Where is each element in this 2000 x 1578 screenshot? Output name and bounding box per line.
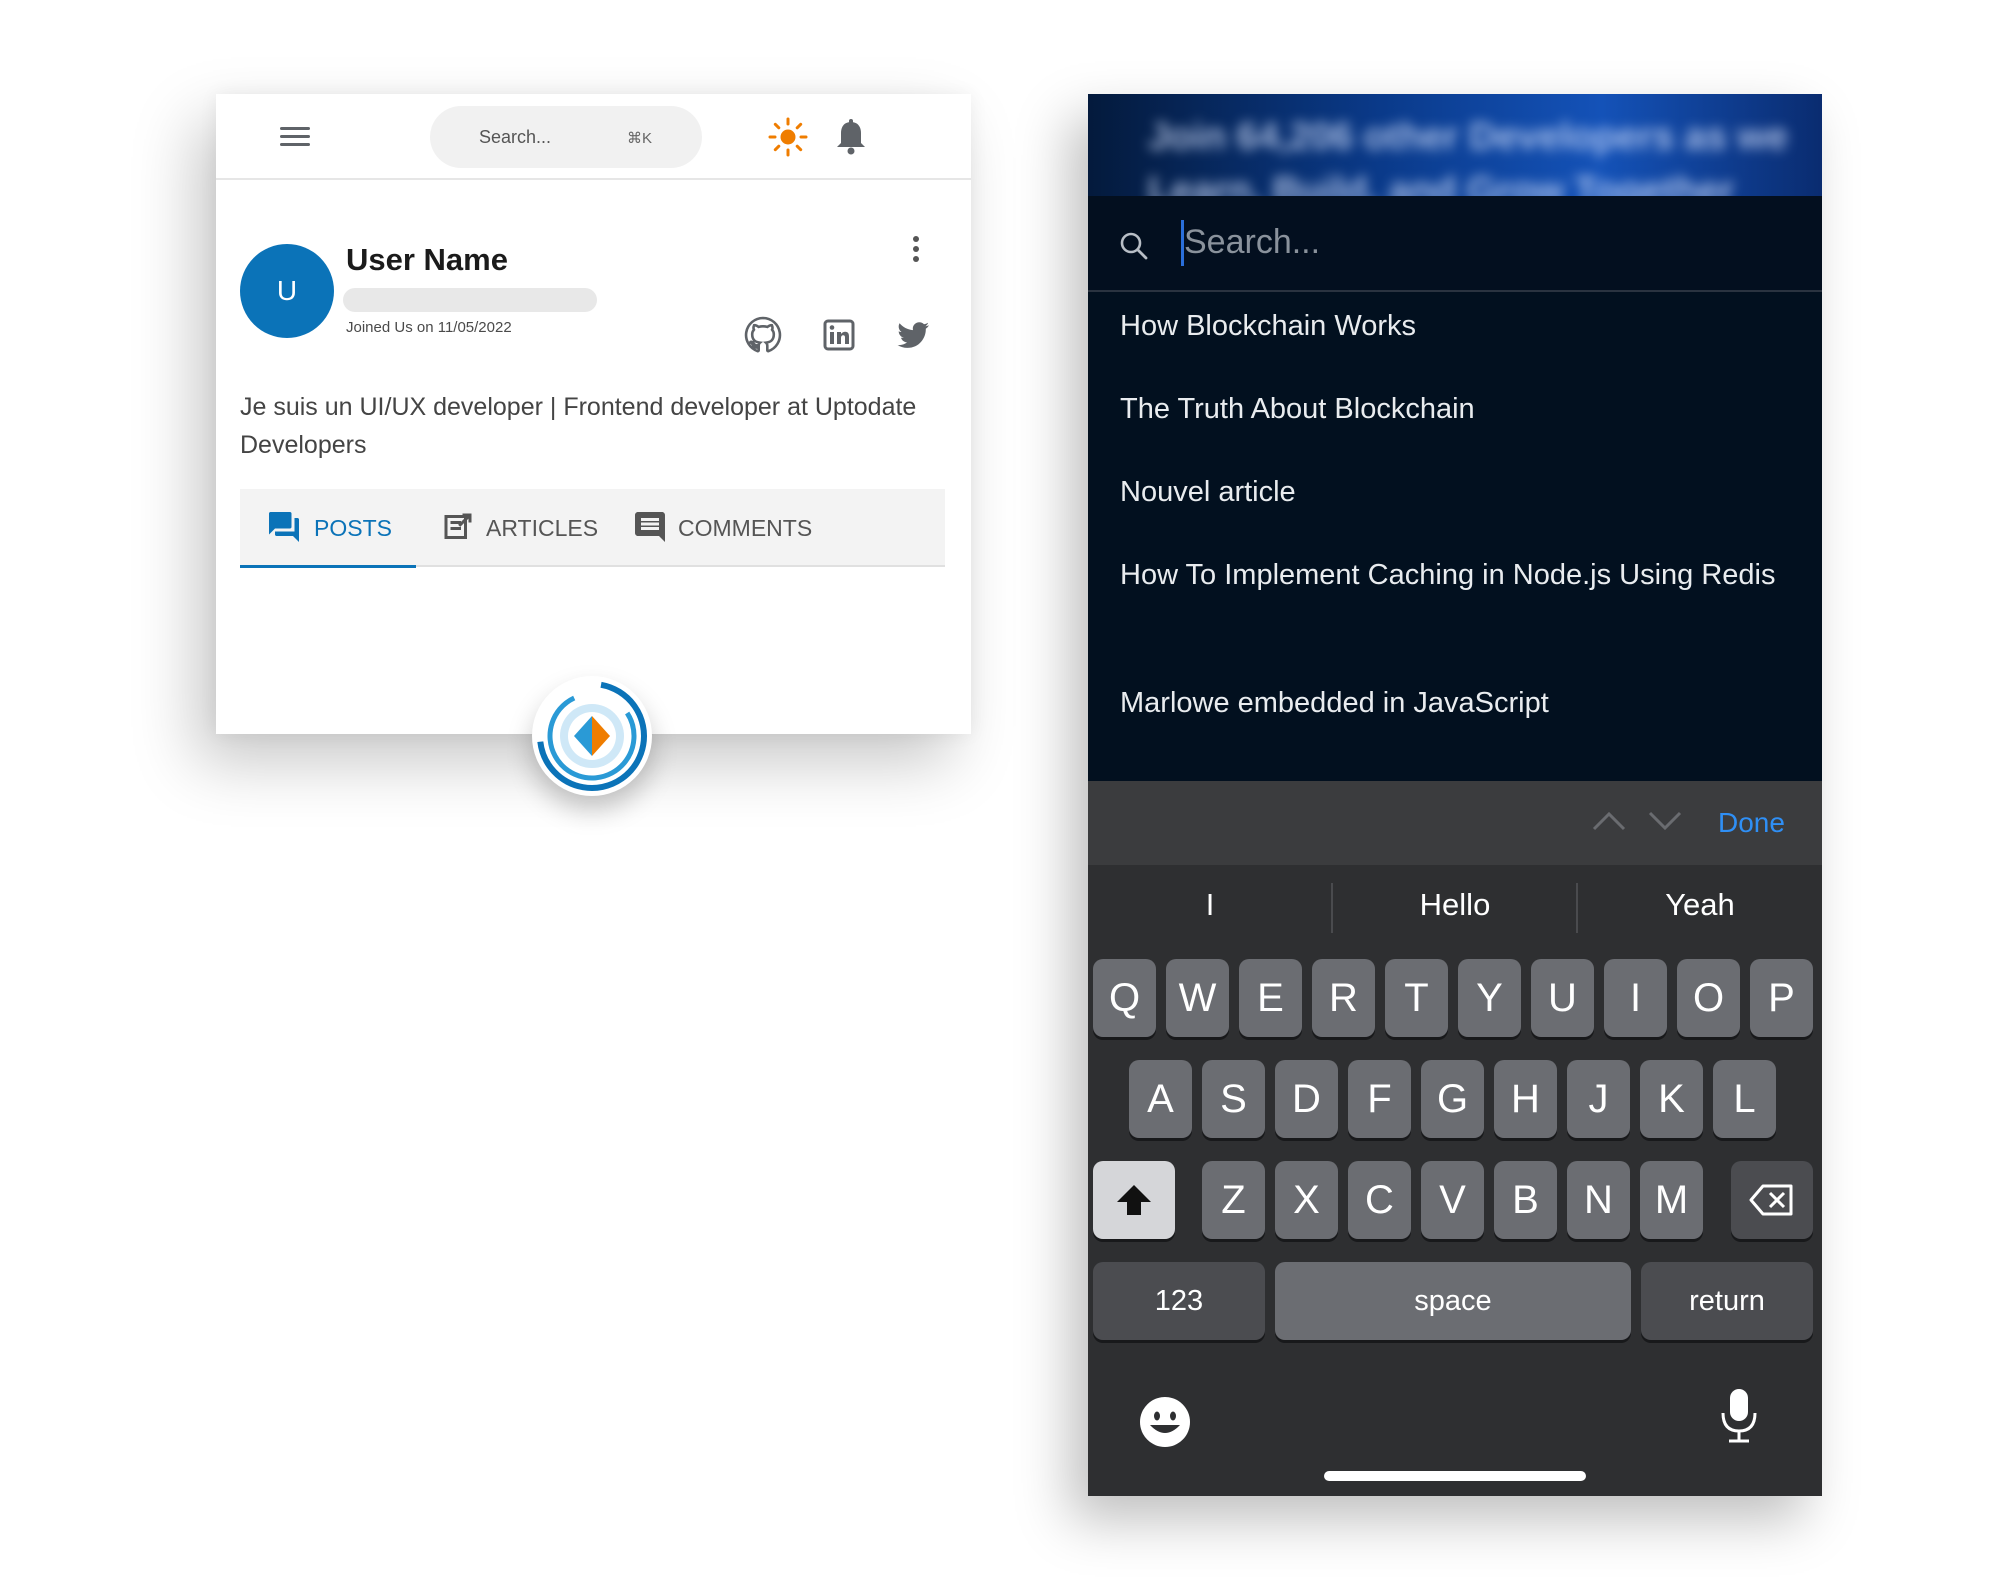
home-indicator <box>1324 1471 1586 1481</box>
tab-articles-label: ARTICLES <box>486 515 599 541</box>
profile-card: Search... ⌘K U User Name Joined Us on 11… <box>216 94 971 734</box>
previous-field-icon[interactable] <box>1592 809 1626 833</box>
top-search-box[interactable]: Search... ⌘K <box>430 106 702 168</box>
key[interactable]: A <box>1129 1060 1192 1138</box>
result-item[interactable]: The Truth About Blockchain <box>1120 387 1780 431</box>
result-item[interactable]: How Blockchain Works <box>1120 304 1780 348</box>
done-button[interactable]: Done <box>1718 807 1785 839</box>
forum-icon <box>269 512 299 542</box>
profile-tabs: POSTS ARTICLES COMMENTS <box>240 489 945 568</box>
top-app-bar: Search... ⌘K <box>216 94 971 180</box>
result-item[interactable]: Marlowe embedded in JavaScript <box>1120 681 1780 725</box>
key[interactable]: Y <box>1458 959 1521 1037</box>
space-key[interactable]: space <box>1275 1262 1631 1340</box>
joined-date: Joined Us on 11/05/2022 <box>346 319 512 336</box>
key[interactable]: I <box>1604 959 1667 1037</box>
key[interactable]: D <box>1275 1060 1338 1138</box>
result-item[interactable]: How To Implement Caching in Node.js Usin… <box>1120 553 1780 597</box>
search-bar <box>1088 196 1822 292</box>
keyboard-toolbar: Done <box>1088 781 1822 865</box>
numbers-key[interactable]: 123 <box>1093 1262 1265 1340</box>
user-bio: Je suis un UI/UX developer | Frontend de… <box>240 393 917 459</box>
banner-text: Join 64,206 other Developers as we Learn… <box>1148 116 1788 196</box>
github-icon[interactable] <box>744 316 782 354</box>
loading-spinner <box>532 676 652 796</box>
key[interactable]: L <box>1713 1060 1776 1138</box>
tab-comments[interactable]: COMMENTS <box>632 489 862 567</box>
key[interactable]: U <box>1531 959 1594 1037</box>
key[interactable]: K <box>1640 1060 1703 1138</box>
ios-keyboard: I Hello Yeah Q W E R T Y U I O P A S D F… <box>1088 865 1822 1496</box>
menu-icon[interactable] <box>280 125 312 149</box>
key[interactable]: Z <box>1202 1161 1265 1239</box>
next-field-icon[interactable] <box>1648 809 1682 833</box>
suggestion-item[interactable]: Hello <box>1333 887 1577 923</box>
backspace-key[interactable] <box>1731 1161 1813 1239</box>
tab-articles[interactable]: ARTICLES <box>436 489 606 567</box>
mobile-search-screen: Join 64,206 other Developers as we Learn… <box>1088 94 1822 1496</box>
emoji-icon[interactable] <box>1138 1395 1192 1449</box>
key[interactable]: E <box>1239 959 1302 1037</box>
return-key[interactable]: return <box>1641 1262 1813 1340</box>
twitter-icon[interactable] <box>894 316 932 354</box>
top-search-placeholder: Search... <box>479 127 552 147</box>
key[interactable]: T <box>1385 959 1448 1037</box>
tab-posts[interactable]: POSTS <box>240 489 416 568</box>
loading-skeleton <box>343 288 597 312</box>
key[interactable]: R <box>1312 959 1375 1037</box>
shift-icon <box>1117 1185 1151 1215</box>
key[interactable]: O <box>1677 959 1740 1037</box>
key[interactable]: X <box>1275 1161 1338 1239</box>
article-icon <box>444 513 472 539</box>
suggestion-item[interactable]: Yeah <box>1578 887 1822 923</box>
key[interactable]: F <box>1348 1060 1411 1138</box>
shift-key[interactable] <box>1093 1161 1175 1239</box>
key[interactable]: S <box>1202 1060 1265 1138</box>
key[interactable]: M <box>1640 1161 1703 1239</box>
key[interactable]: H <box>1494 1060 1557 1138</box>
key[interactable]: B <box>1494 1161 1557 1239</box>
linkedin-icon[interactable] <box>820 316 858 354</box>
tab-comments-label: COMMENTS <box>678 515 813 541</box>
shortcut-hint: ⌘K <box>627 130 653 147</box>
microphone-icon[interactable] <box>1718 1387 1760 1445</box>
user-name: User Name <box>346 242 508 277</box>
avatar: U <box>240 244 334 338</box>
tab-posts-label: POSTS <box>314 515 392 541</box>
key[interactable]: N <box>1567 1161 1630 1239</box>
key[interactable]: C <box>1348 1161 1411 1239</box>
backspace-icon <box>1749 1184 1793 1216</box>
theme-sun-icon[interactable] <box>768 117 808 157</box>
result-item[interactable]: Nouvel article <box>1120 470 1780 514</box>
key[interactable]: Q <box>1093 959 1156 1037</box>
suggestion-item[interactable]: I <box>1088 887 1332 923</box>
more-options-icon[interactable] <box>906 234 926 266</box>
key[interactable]: G <box>1421 1060 1484 1138</box>
key[interactable]: J <box>1567 1060 1630 1138</box>
comment-icon <box>635 512 665 542</box>
search-icon <box>1120 232 1148 260</box>
blurred-banner: Join 64,206 other Developers as we Learn… <box>1088 94 1822 196</box>
loading-logo-icon <box>537 681 647 791</box>
key[interactable]: V <box>1421 1161 1484 1239</box>
notification-bell-icon[interactable] <box>834 119 868 155</box>
key[interactable]: W <box>1166 959 1229 1037</box>
key[interactable]: P <box>1750 959 1813 1037</box>
search-input[interactable] <box>1184 216 1784 268</box>
